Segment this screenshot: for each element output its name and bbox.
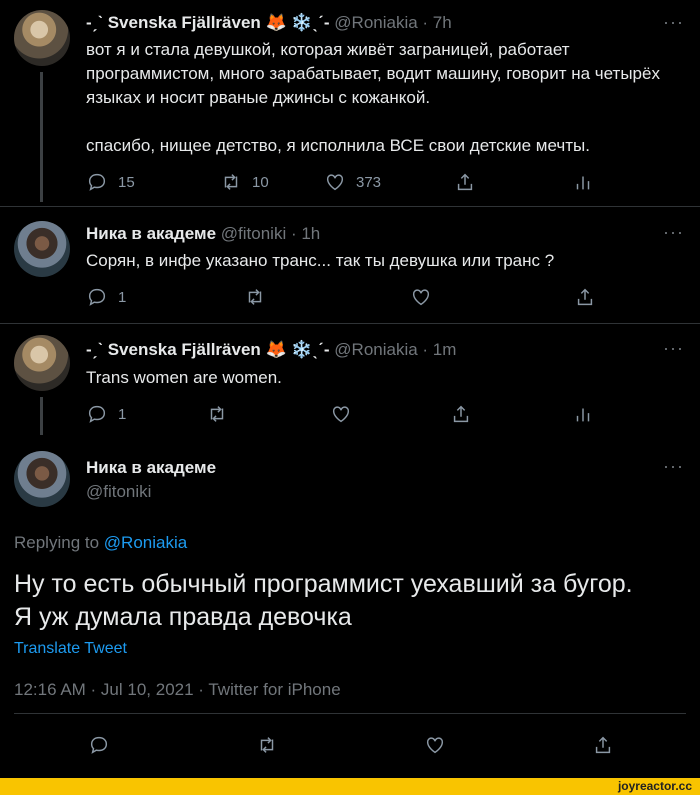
tweet-text: Сорян, в инфе указано транс... так ты де…: [86, 251, 555, 270]
analytics-icon: [576, 408, 590, 422]
reply-button[interactable]: [88, 734, 110, 756]
main-display-name: Ника в академе: [86, 458, 216, 478]
display-name[interactable]: -ˏˋ Svenska Fjällräven 🦊 ❄️ˎˊ-: [86, 340, 330, 359]
reply-button[interactable]: 1: [86, 403, 126, 425]
share-icon: [453, 405, 469, 423]
retweet-button[interactable]: [206, 403, 228, 425]
tweet-text: Trans women are women.: [86, 368, 282, 387]
avatar[interactable]: [14, 335, 70, 391]
handle-and-time[interactable]: @fitoniki · 1h: [221, 224, 320, 243]
translate-link[interactable]: Translate Tweet: [14, 640, 127, 658]
retweet-icon: [260, 737, 274, 753]
watermark-bar: joyreactor.cc: [0, 778, 700, 795]
heart-icon: [326, 174, 344, 191]
reply-icon: [88, 405, 106, 423]
share-button[interactable]: [450, 403, 472, 425]
tweet-text: вот я и стала девушкой, которая живёт за…: [86, 40, 660, 155]
heart-icon: [426, 737, 444, 754]
divider: [0, 323, 700, 324]
reply-count: 15: [118, 173, 135, 191]
share-button[interactable]: [454, 171, 476, 193]
reply-icon: [88, 173, 106, 191]
replying-handle-link[interactable]: @Roniakia: [104, 533, 187, 552]
like-count: 373: [356, 173, 382, 191]
more-icon[interactable]: ···: [663, 338, 684, 359]
tweet-header: Ника в академе @fitoniki · 1h: [86, 224, 320, 244]
timestamp-meta[interactable]: 12:16 AM · Jul 10, 2021 · Twitter for iP…: [14, 680, 341, 700]
replying-label: Replying to: [14, 533, 100, 552]
reply-icon: [88, 288, 106, 306]
share-icon: [457, 173, 473, 191]
analytics-button[interactable]: [572, 403, 594, 425]
retweet-icon: [224, 174, 238, 190]
like-button[interactable]: 373: [324, 171, 381, 193]
retweet-button[interactable]: [244, 286, 266, 308]
divider: [14, 713, 686, 714]
retweet-icon: [210, 406, 224, 422]
display-name[interactable]: Ника в академе: [86, 458, 216, 477]
display-name[interactable]: Ника в академе: [86, 224, 216, 243]
watermark-text[interactable]: joyreactor.cc: [618, 779, 692, 793]
retweet-icon: [248, 289, 262, 305]
like-button[interactable]: [330, 403, 352, 425]
retweet-count: 10: [252, 173, 269, 191]
main-handle: @fitoniki: [86, 482, 151, 502]
reply-button[interactable]: 1: [86, 286, 126, 308]
analytics-button[interactable]: [572, 171, 594, 193]
heart-icon: [412, 289, 430, 306]
share-button[interactable]: [592, 734, 614, 756]
handle-and-time[interactable]: @Roniakia · 1m: [334, 340, 456, 359]
thread-line: [40, 397, 43, 435]
replying-to: Replying to @Roniakia: [14, 533, 187, 553]
display-name[interactable]: -ˏˋ Svenska Fjällräven 🦊 ❄️ˎˊ-: [86, 13, 330, 32]
avatar[interactable]: [14, 451, 70, 507]
action-bar: [88, 734, 628, 758]
action-bar: 15 10 373: [86, 171, 686, 195]
reply-count: 1: [118, 405, 127, 423]
share-button[interactable]: [574, 286, 596, 308]
avatar[interactable]: [14, 10, 70, 66]
action-bar: 1: [86, 403, 686, 427]
like-button[interactable]: [424, 734, 446, 756]
like-button[interactable]: [410, 286, 432, 308]
action-bar: 1: [86, 286, 686, 310]
divider: [0, 206, 700, 207]
share-icon: [595, 736, 611, 754]
tweet-header: -ˏˋ Svenska Fjällräven 🦊 ❄️ˎˊ- @Roniakia…: [86, 13, 452, 33]
main-tweet-text: Ну то есть обычный программист уехавший …: [14, 570, 633, 631]
tweet-header: -ˏˋ Svenska Fjällräven 🦊 ❄️ˎˊ- @Roniakia…: [86, 340, 456, 360]
thread-line: [40, 72, 43, 202]
retweet-button[interactable]: 10: [220, 171, 269, 193]
retweet-button[interactable]: [256, 734, 278, 756]
analytics-icon: [576, 176, 590, 190]
handle[interactable]: @fitoniki: [86, 482, 151, 501]
avatar[interactable]: [14, 221, 70, 277]
more-icon[interactable]: ···: [663, 12, 684, 33]
reply-icon: [90, 736, 108, 754]
more-icon[interactable]: ···: [663, 456, 684, 477]
reply-count: 1: [118, 288, 127, 306]
heart-icon: [332, 406, 350, 423]
more-icon[interactable]: ···: [663, 222, 684, 243]
share-icon: [577, 288, 593, 306]
handle-and-time[interactable]: @Roniakia · 7h: [334, 13, 451, 32]
reply-button[interactable]: 15: [86, 171, 135, 193]
